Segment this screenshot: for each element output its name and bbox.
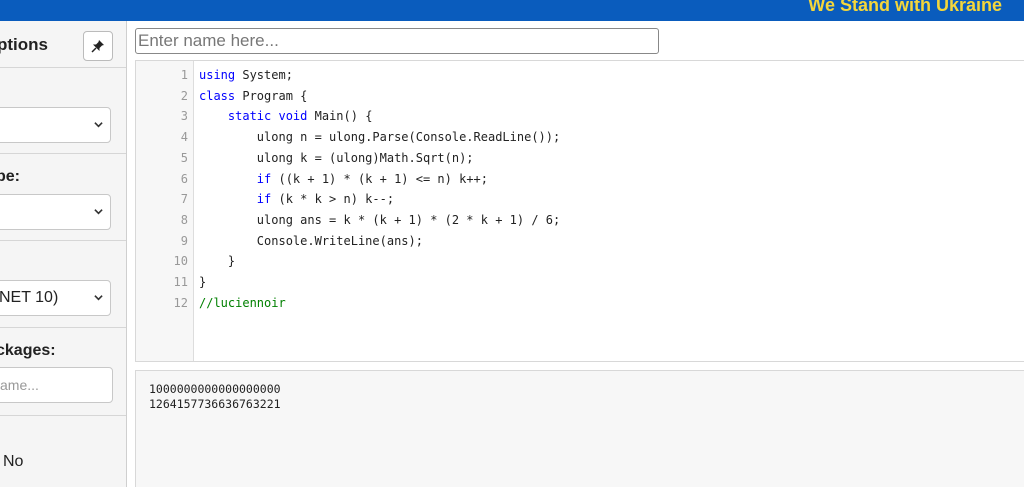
line-number: 1 xyxy=(180,68,188,82)
code-line: ulong k = (ulong)Math.Sqrt(n); xyxy=(256,150,474,165)
line-number: 2 xyxy=(180,88,188,103)
line-number: 11 xyxy=(173,275,188,289)
ukraine-banner: We Stand with Ukraine xyxy=(0,0,1024,21)
line-number-gutter xyxy=(136,61,194,361)
output-line: 1264157736636763221 xyxy=(149,397,281,411)
pin-icon xyxy=(91,40,104,53)
code-line: ulong n = ulong.Parse(Console.ReadLine()… xyxy=(256,130,561,145)
select-2[interactable] xyxy=(0,194,111,230)
line-number: 6 xyxy=(180,171,188,186)
code-line: ulong ans = k * (k + 1) * (2 * k + 1) / … xyxy=(256,212,561,227)
chevron-down-icon xyxy=(94,122,103,128)
select-1[interactable] xyxy=(0,107,111,143)
code-comment: //luciennoir xyxy=(199,295,286,310)
divider xyxy=(0,415,126,416)
code-line: } xyxy=(227,254,236,269)
line-number: 7 xyxy=(180,192,188,207)
code-line: static void Main() { xyxy=(227,109,373,124)
chevron-down-icon xyxy=(94,209,103,215)
chevron-down-icon xyxy=(94,295,103,301)
packages-label: ckages: xyxy=(0,342,56,359)
code-line: if ((k + 1) * (k + 1) <= n) k++; xyxy=(256,171,488,186)
divider xyxy=(0,240,126,241)
code-line: Console.WriteLine(ans); xyxy=(256,233,423,248)
line-number: 8 xyxy=(180,212,188,227)
code-keyword: if xyxy=(256,171,272,186)
line-number: 3 xyxy=(180,109,188,124)
options-title: ptions xyxy=(0,35,48,54)
line-number: 5 xyxy=(180,150,188,165)
select-3-value: NET 10) xyxy=(0,289,59,306)
code-keyword: using xyxy=(199,68,236,82)
name-input[interactable]: Enter name here... xyxy=(135,28,659,54)
code-editor[interactable]: using System; class Program { static void… xyxy=(135,60,1024,362)
packages-input[interactable]: ame... xyxy=(0,367,113,403)
section-label-1: : xyxy=(0,81,1,99)
options-sidebar: ptions : pe: NET 10) ckages: ame... No xyxy=(0,21,127,487)
code-keyword: if xyxy=(256,192,272,207)
code-line: using System; xyxy=(199,68,293,82)
code-keyword: static void xyxy=(227,109,308,124)
code-line: if (k * k > n) k--; xyxy=(256,192,395,207)
line-number: 9 xyxy=(180,233,188,248)
divider xyxy=(0,153,126,154)
code-line: class Program { xyxy=(199,88,308,103)
line-number: 10 xyxy=(173,254,188,269)
no-option-label[interactable]: No xyxy=(3,453,23,471)
banner-text: We Stand with Ukraine xyxy=(808,0,1002,15)
pin-button[interactable] xyxy=(83,31,113,61)
code-keyword: class xyxy=(199,88,236,103)
divider xyxy=(0,67,126,68)
code-line: //luciennoir xyxy=(199,296,286,310)
output-panel: 1000000000000000000 1264157736636763221 xyxy=(135,370,1024,487)
section-label-2: pe: xyxy=(0,168,20,185)
select-3[interactable]: NET 10) xyxy=(0,280,111,316)
line-number: 4 xyxy=(180,130,188,145)
line-number: 12 xyxy=(173,295,188,310)
divider xyxy=(0,327,126,328)
output-line: 1000000000000000000 xyxy=(149,382,281,396)
code-line: } xyxy=(199,275,207,289)
